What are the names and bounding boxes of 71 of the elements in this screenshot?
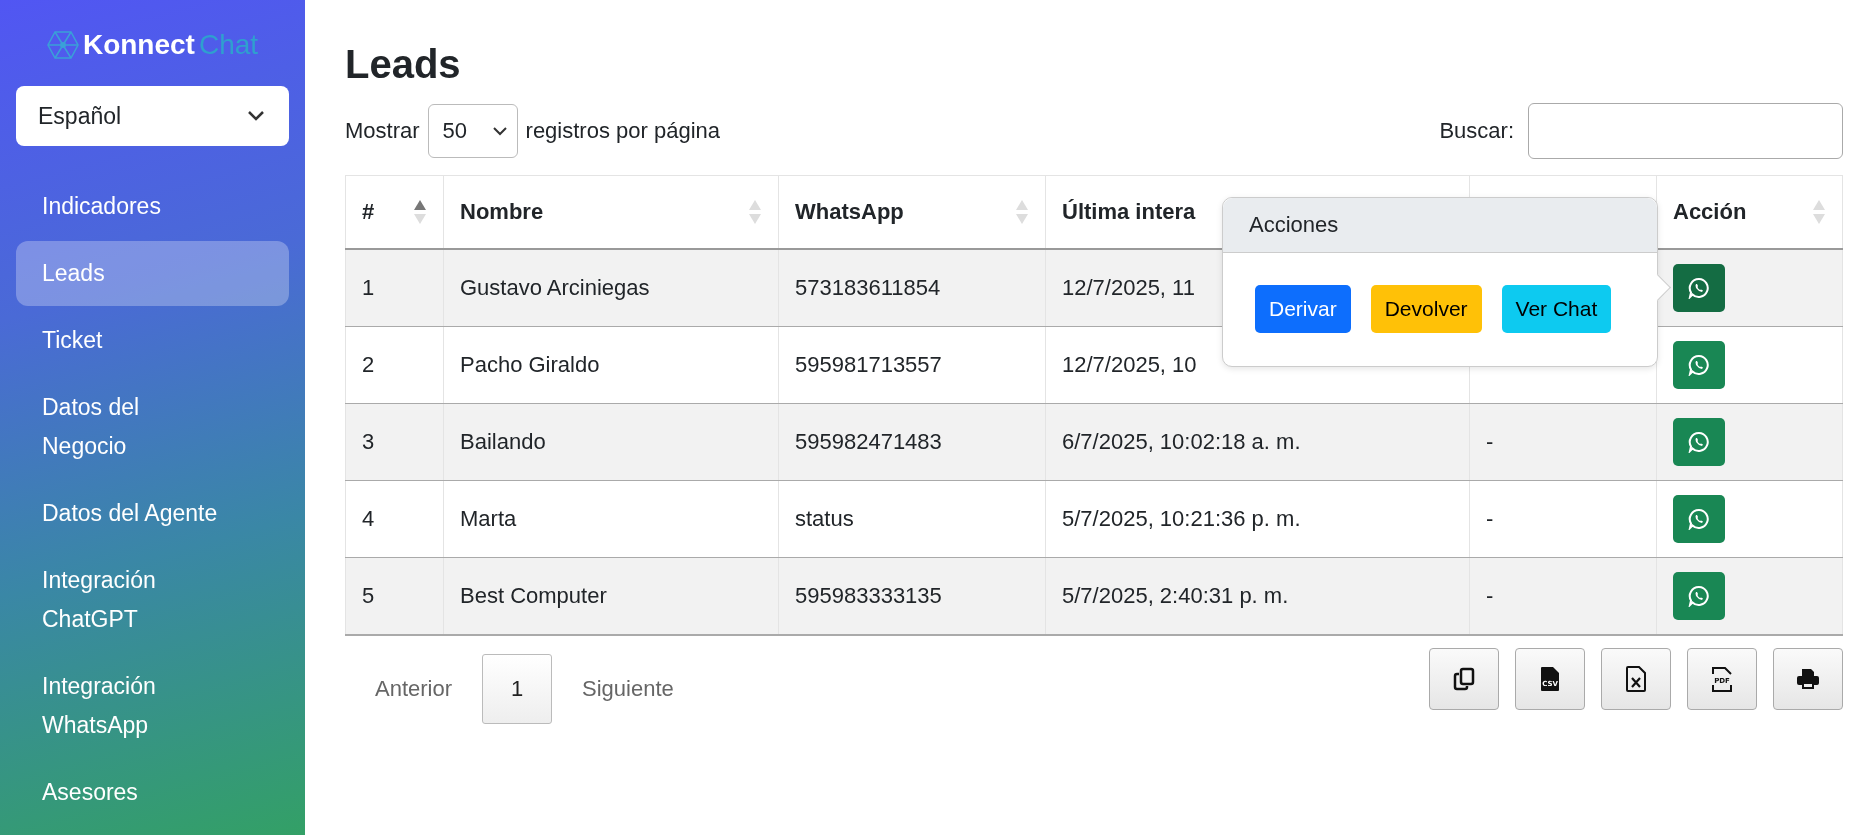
- logo-text: Chat: [198, 29, 259, 61]
- print-icon: [1796, 668, 1820, 690]
- column-header[interactable]: #: [362, 199, 375, 225]
- table-cell: -: [1486, 429, 1494, 454]
- table-cell: 4: [362, 506, 375, 531]
- sidebar-item[interactable]: Integración WhatsApp: [16, 654, 248, 758]
- table-cell: Best Computer: [460, 583, 607, 608]
- logo-icon: [46, 30, 79, 60]
- popover-title: Acciones: [1223, 198, 1657, 253]
- table-cell: 1: [362, 275, 375, 300]
- sort-icon[interactable]: [413, 199, 427, 225]
- table-cell: 595983333135: [795, 583, 942, 608]
- column-header[interactable]: Última intera: [1062, 199, 1196, 225]
- copy-icon: [1453, 667, 1475, 691]
- table-cell: Pacho Giraldo: [460, 352, 600, 377]
- page-length-select[interactable]: 50: [427, 104, 518, 158]
- table-cell: 5/7/2025, 2:40:31 p. m.: [1062, 583, 1289, 608]
- table-cell: 12/7/2025, 11: [1062, 275, 1195, 300]
- whatsapp-icon: [1688, 585, 1710, 607]
- sidebar-item[interactable]: Integración ChatGPT: [16, 548, 248, 652]
- whatsapp-button[interactable]: [1673, 341, 1725, 389]
- table-cell: 5: [362, 583, 375, 608]
- search-field[interactable]: [1528, 103, 1843, 159]
- whatsapp-button[interactable]: [1673, 495, 1725, 543]
- table-cell: Gustavo Arciniegas: [460, 275, 650, 300]
- sidebar-item[interactable]: Datos del Agente: [16, 481, 248, 546]
- table-cell: Bailando: [460, 429, 546, 454]
- table-cell: Marta: [460, 506, 517, 531]
- previous-link[interactable]: Anterior: [345, 676, 483, 702]
- whatsapp-icon: [1688, 354, 1710, 376]
- table-cell: 5/7/2025, 10:21:36 p. m.: [1062, 506, 1301, 531]
- whatsapp-icon: [1688, 431, 1710, 453]
- whatsapp-icon: [1688, 277, 1710, 299]
- whatsapp-button[interactable]: [1673, 264, 1725, 312]
- action-button[interactable]: Devolver: [1370, 285, 1482, 333]
- table-cell: -: [1486, 583, 1494, 608]
- sidebar-item[interactable]: Datos del Negocio: [16, 375, 248, 479]
- column-header[interactable]: Nombre: [460, 199, 544, 225]
- table-cell: status: [795, 506, 854, 531]
- action-button[interactable]: Ver Chat: [1501, 285, 1612, 333]
- search-label: Buscar:: [1439, 118, 1514, 144]
- whatsapp-button[interactable]: [1673, 572, 1725, 620]
- table-cell: 2: [362, 352, 375, 377]
- page-button[interactable]: 1: [482, 654, 553, 724]
- column-header[interactable]: WhatsApp: [795, 199, 904, 225]
- column-header[interactable]: Acción: [1673, 199, 1747, 225]
- table-cell: -: [1486, 506, 1494, 531]
- action-button[interactable]: Derivar: [1255, 285, 1351, 333]
- table-cell: 573183611854: [795, 275, 941, 300]
- sidebar-item[interactable]: Ticket: [16, 308, 248, 373]
- table-cell: 12/7/2025, 10: [1062, 352, 1197, 377]
- copy-export-button[interactable]: [1429, 648, 1499, 710]
- chevron-down-icon: [247, 110, 265, 122]
- table-cell: 3: [362, 429, 375, 454]
- table-cell: 595981713557: [795, 352, 942, 377]
- excel-export-button[interactable]: [1601, 648, 1671, 710]
- table-cell: 6/7/2025, 10:02:18 a. m.: [1062, 429, 1301, 454]
- whatsapp-button[interactable]: [1673, 418, 1725, 466]
- whatsapp-icon: [1688, 508, 1710, 530]
- length-label: Mostrar: [345, 118, 420, 144]
- next-link[interactable]: Siguiente: [552, 676, 704, 702]
- language-select[interactable]: Español: [16, 86, 289, 146]
- excel-file-icon: [1626, 666, 1646, 692]
- sidebar-item[interactable]: Indicadores: [16, 174, 248, 239]
- length-label: registros por página: [525, 118, 720, 144]
- print-export-button[interactable]: [1773, 648, 1843, 710]
- logo-text: Konnect: [82, 29, 195, 61]
- chevron-down-icon: [492, 126, 507, 136]
- page-title: Leads: [345, 42, 462, 87]
- table-cell: 595982471483: [795, 429, 942, 454]
- sidebar-item[interactable]: Asesores: [16, 760, 248, 825]
